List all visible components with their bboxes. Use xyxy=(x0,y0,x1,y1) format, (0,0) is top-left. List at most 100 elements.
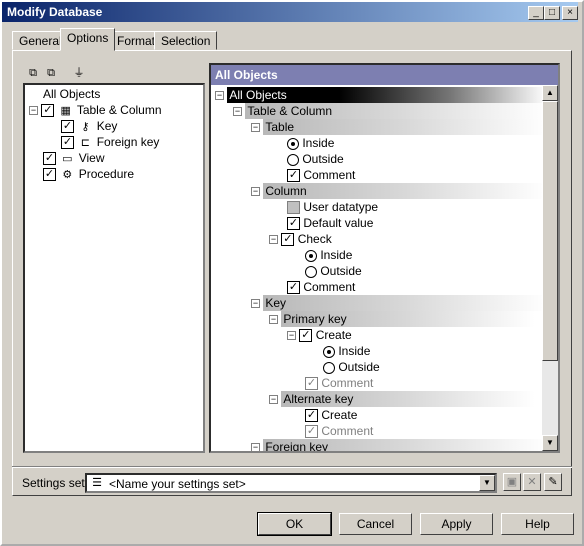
close-button[interactable]: × xyxy=(562,6,578,20)
tab-options[interactable]: Options xyxy=(60,28,116,51)
collapse-icon[interactable]: − xyxy=(287,331,296,341)
collapse-icon[interactable]: − xyxy=(269,235,278,245)
opt-ak-create[interactable]: ✓ Create xyxy=(305,407,357,423)
opt-column-comment[interactable]: ✓ Comment xyxy=(287,279,355,295)
tree-item-label: View xyxy=(78,151,105,165)
opt-label: All Objects xyxy=(227,87,542,103)
opt-label: Outside xyxy=(320,264,362,278)
tree-item-table-column[interactable]: − ✓ ▦ Table & Column xyxy=(29,103,162,119)
opt-label: Outside xyxy=(338,360,380,374)
opt-pk-comment[interactable]: ✓ Comment xyxy=(305,375,373,391)
collapse-icon[interactable]: − xyxy=(269,315,278,325)
opt-all-objects[interactable]: − All Objects xyxy=(215,87,542,103)
collapse-icon[interactable]: − xyxy=(233,107,242,117)
checkbox[interactable] xyxy=(287,201,300,215)
collapse-icon[interactable]: − xyxy=(251,123,260,133)
opt-column[interactable]: − Column xyxy=(251,183,542,199)
opt-table-comment[interactable]: ✓ Comment xyxy=(287,167,355,183)
checkbox[interactable]: ✓ xyxy=(305,377,318,391)
tree-item-label: Procedure xyxy=(78,167,135,181)
opt-label: User datatype xyxy=(303,200,379,214)
window-title: Modify Database xyxy=(7,5,103,19)
apply-button[interactable]: Apply xyxy=(420,513,493,535)
checkbox[interactable]: ✓ xyxy=(43,152,56,166)
radio[interactable] xyxy=(323,361,335,374)
collapse-icon[interactable]: − xyxy=(251,443,260,451)
checkbox[interactable]: ✓ xyxy=(287,281,300,295)
opt-default-value[interactable]: ✓ Default value xyxy=(287,215,373,231)
collapse-icon[interactable]: − xyxy=(29,106,38,116)
collapse-icon[interactable]: − xyxy=(215,91,224,101)
scroll-up-button[interactable]: ▲ xyxy=(542,85,558,101)
separator xyxy=(12,466,572,468)
radio[interactable] xyxy=(305,265,317,278)
opt-table-column[interactable]: − Table & Column xyxy=(233,103,542,119)
radio[interactable] xyxy=(323,345,335,358)
checkbox[interactable]: ✓ xyxy=(305,409,318,423)
collapse-icon[interactable]: − xyxy=(251,299,260,309)
checkbox[interactable]: ✓ xyxy=(61,136,74,150)
opt-label: Table xyxy=(263,119,542,135)
opt-pk-create[interactable]: − ✓ Create xyxy=(287,327,352,343)
opt-ak-comment[interactable]: ✓ Comment xyxy=(305,423,373,439)
delete-settings-icon[interactable]: ✕ xyxy=(523,473,541,491)
ok-button[interactable]: OK xyxy=(257,512,332,536)
save-settings-icon[interactable]: ▣ xyxy=(503,473,521,491)
tab-selection[interactable]: Selection xyxy=(154,31,218,50)
scroll-down-button[interactable]: ▼ xyxy=(542,435,558,451)
help-button[interactable]: Help xyxy=(501,513,574,535)
dropdown-arrow-icon[interactable]: ▼ xyxy=(479,475,495,491)
settings-set-combo[interactable]: ☰ <Name your settings set> ▼ xyxy=(85,473,497,493)
opt-key[interactable]: − Key xyxy=(251,295,542,311)
checkbox[interactable]: ✓ xyxy=(43,168,56,182)
opt-pk-outside[interactable]: Outside xyxy=(323,359,380,375)
opt-alternate-key[interactable]: − Alternate key xyxy=(269,391,536,407)
opt-check-inside[interactable]: Inside xyxy=(305,247,352,263)
opt-check[interactable]: − ✓ Check xyxy=(269,231,332,247)
procedure-icon: ⚙ xyxy=(62,168,73,181)
maximize-button[interactable]: □ xyxy=(544,6,560,20)
checkbox[interactable]: ✓ xyxy=(281,233,295,247)
opt-label: Table & Column xyxy=(245,103,542,119)
radio[interactable] xyxy=(287,137,299,150)
manage-settings-icon[interactable]: ✎ xyxy=(544,473,562,491)
opt-label: Inside xyxy=(320,248,353,262)
checkbox[interactable]: ✓ xyxy=(287,217,300,231)
checkbox[interactable]: ✓ xyxy=(305,425,318,439)
clear-selection-icon[interactable]: ⧉ xyxy=(43,65,59,81)
opt-label: Outside xyxy=(302,152,344,166)
radio[interactable] xyxy=(287,153,299,166)
tree-item-foreign-key[interactable]: ✓ ⊏ Foreign key xyxy=(61,135,159,151)
opt-table-outside[interactable]: Outside xyxy=(287,151,344,167)
opt-primary-key[interactable]: − Primary key xyxy=(269,311,536,327)
collapse-icon[interactable]: − xyxy=(251,187,260,197)
checkbox[interactable]: ✓ xyxy=(287,169,300,183)
panel-header: All Objects xyxy=(211,65,558,85)
opt-label: Comment xyxy=(321,376,374,390)
checkbox[interactable]: ✓ xyxy=(61,120,74,134)
filter-icon[interactable]: ⏚ xyxy=(71,65,87,81)
opt-check-outside[interactable]: Outside xyxy=(305,263,362,279)
tree-item-view[interactable]: ✓ ▭ View xyxy=(43,151,104,167)
cancel-button[interactable]: Cancel xyxy=(339,513,412,535)
tree-root[interactable]: All Objects xyxy=(43,87,100,103)
tree-item-label: Key xyxy=(96,119,118,133)
radio[interactable] xyxy=(305,249,317,262)
opt-label: Default value xyxy=(303,216,374,230)
opt-foreign-key[interactable]: − Foreign key xyxy=(251,439,542,451)
vertical-scrollbar[interactable]: ▲ ▼ xyxy=(542,85,558,451)
scroll-thumb[interactable] xyxy=(542,101,558,361)
checkbox[interactable]: ✓ xyxy=(41,104,55,118)
collapse-icon[interactable]: − xyxy=(269,395,278,405)
minimize-button[interactable]: _ xyxy=(528,6,544,20)
select-all-icon[interactable]: ⧉ xyxy=(25,65,41,81)
settings-list-icon: ☰ xyxy=(92,477,102,489)
left-toolbar: ⧉ ⧉ ⏚ xyxy=(23,63,203,83)
tree-item-procedure[interactable]: ✓ ⚙ Procedure xyxy=(43,167,134,183)
tree-item-key[interactable]: ✓ ⚷ Key xyxy=(61,119,117,135)
opt-pk-inside[interactable]: Inside xyxy=(323,343,370,359)
opt-table-inside[interactable]: Inside xyxy=(287,135,334,151)
checkbox[interactable]: ✓ xyxy=(299,329,313,343)
opt-user-datatype[interactable]: User datatype xyxy=(287,199,378,215)
opt-table[interactable]: − Table xyxy=(251,119,542,135)
